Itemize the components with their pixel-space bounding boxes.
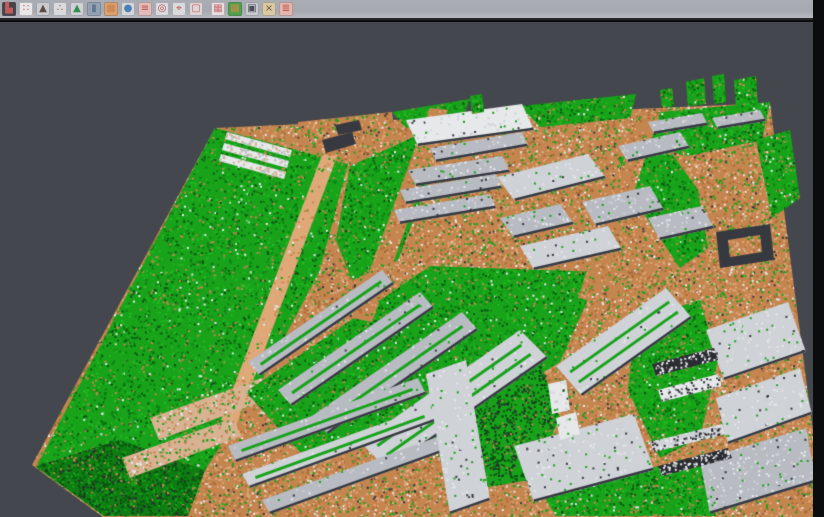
toolbar-sparse-points-icon[interactable]: ∴ <box>53 2 67 16</box>
toolbar-marquee-icon[interactable]: ▦ <box>211 2 225 16</box>
toolbar-profile-icon[interactable]: ≡ <box>138 2 152 16</box>
toolbar-levels-icon[interactable]: ≣ <box>279 2 293 16</box>
toolbar-ortho-icon[interactable]: ■ <box>104 2 118 16</box>
toolbar-panel-icon[interactable]: ▮ <box>87 2 101 16</box>
toolbar-import-icon[interactable]: ▙ <box>2 2 16 16</box>
point-cloud-scene[interactable] <box>0 22 824 517</box>
toolbar-clip-box-icon[interactable]: ▢ <box>189 2 203 16</box>
toolbar-camera-icon[interactable]: ▣ <box>245 2 259 16</box>
toolbar: ▙∷▲∴▲▮■●≡◎⌖▢▦▩▣×≣ <box>0 0 813 20</box>
toolbar-cut-icon[interactable]: × <box>262 2 276 16</box>
toolbar-vegetation-icon[interactable]: ▲ <box>70 2 84 16</box>
viewport-3d[interactable] <box>0 22 824 517</box>
toolbar-target-icon[interactable]: ◎ <box>155 2 169 16</box>
application-window: ▙∷▲∴▲▮■●≡◎⌖▢▦▩▣×≣ <box>0 0 824 517</box>
window-right-edge <box>813 0 824 517</box>
toolbar-pick-icon[interactable]: ⌖ <box>172 2 186 16</box>
toolbar-points-icon[interactable]: ∷ <box>19 2 33 16</box>
toolbar-classification-icon[interactable]: ▩ <box>228 2 242 16</box>
toolbar-globe-icon[interactable]: ● <box>121 2 135 16</box>
toolbar-terrain-icon[interactable]: ▲ <box>36 2 50 16</box>
